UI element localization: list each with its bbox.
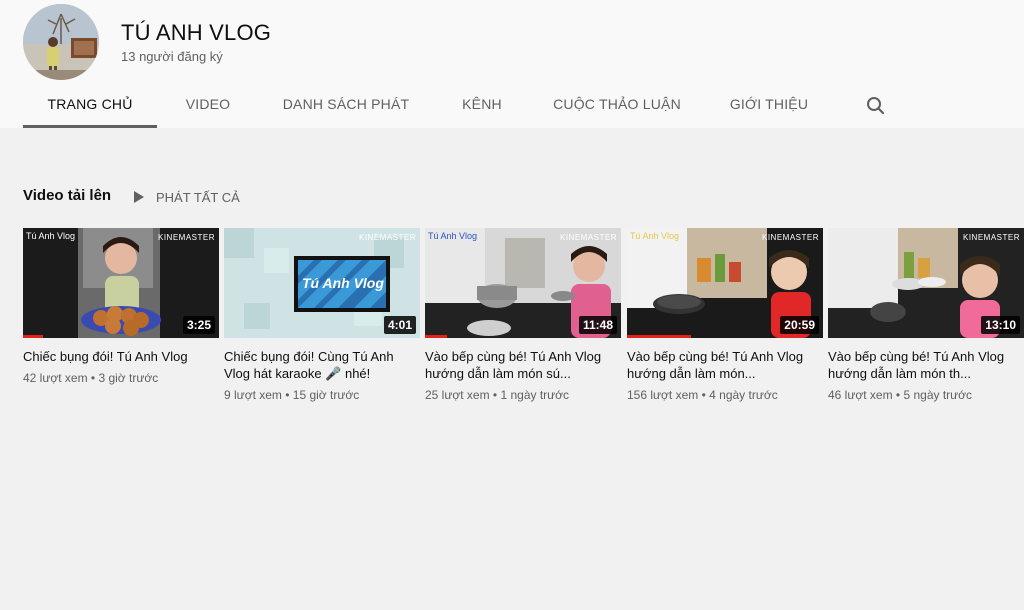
video-meta: 46 lượt xem • 5 ngày trước — [828, 388, 973, 402]
duration-badge: 4:01 — [383, 316, 416, 334]
kinemaster-watermark: KINEMASTER — [358, 233, 416, 242]
video-meta: 9 lượt xem • 15 giờ trước — [224, 388, 360, 402]
video-card[interactable]: Tú Anh Vlog KINEMASTER 3:25 Chiếc bụng đ… — [23, 228, 219, 385]
tab-community[interactable]: CUỘC THẢO LUẬN — [550, 82, 684, 128]
kinemaster-watermark: KINEMASTER — [962, 233, 1020, 242]
search-icon[interactable] — [862, 94, 890, 118]
kinemaster-watermark: KINEMASTER — [157, 233, 215, 242]
tab-channels[interactable]: KÊNH — [448, 82, 516, 128]
video-card[interactable]: KINEMASTER 13:10 Vào bếp cùng bé! Tú Anh… — [828, 228, 1024, 402]
duration-badge: 13:10 — [981, 316, 1020, 334]
video-meta: 42 lượt xem • 3 giờ trước — [23, 371, 159, 385]
channel-watermark: Tú Anh Vlog — [428, 231, 478, 241]
video-card[interactable]: KINEMASTER Tú Anh Vlog 4:01 Chiếc bụng đ… — [224, 228, 420, 402]
play-all-label: PHÁT TẤT CẢ — [156, 189, 240, 205]
channel-avatar[interactable] — [23, 4, 99, 80]
kinemaster-watermark: KINEMASTER — [559, 233, 617, 242]
video-title[interactable]: Chiếc bụng đói! Tú Anh Vlog — [23, 348, 219, 365]
video-thumbnail[interactable]: Tú Anh Vlog KINEMASTER 3:25 — [23, 228, 219, 338]
video-card[interactable]: Tú Anh Vlog KINEMASTER 20:59 Vào bếp cùn… — [627, 228, 823, 402]
video-card[interactable]: Tú Anh Vlog KINEMASTER 11:48 Vào bếp cùn… — [425, 228, 621, 402]
watch-progress-bar — [627, 335, 691, 338]
video-thumbnail[interactable]: KINEMASTER 13:10 — [828, 228, 1024, 338]
video-title[interactable]: Vào bếp cùng bé! Tú Anh Vlog hướng dẫn l… — [627, 348, 823, 382]
video-title[interactable]: Vào bếp cùng bé! Tú Anh Vlog hướng dẫn l… — [425, 348, 621, 382]
channel-tabs: TRANG CHỦ VIDEO DANH SÁCH PHÁT KÊNH CUỘC… — [0, 82, 1024, 128]
video-thumbnail[interactable]: Tú Anh Vlog KINEMASTER 20:59 — [627, 228, 823, 338]
tab-videos[interactable]: VIDEO — [172, 82, 244, 128]
kinemaster-watermark: KINEMASTER — [761, 233, 819, 242]
duration-badge: 20:59 — [780, 316, 819, 334]
tab-playlists[interactable]: DANH SÁCH PHÁT — [276, 82, 416, 128]
video-thumbnail[interactable]: KINEMASTER Tú Anh Vlog 4:01 — [224, 228, 420, 338]
tab-about[interactable]: GIỚI THIỆU — [720, 82, 818, 128]
subscriber-count: 13 người đăng ký — [121, 49, 223, 64]
play-icon — [134, 191, 144, 203]
duration-badge: 3:25 — [182, 316, 215, 334]
video-meta: 156 lượt xem • 4 ngày trước — [627, 388, 778, 402]
channel-name: TÚ ANH VLOG — [121, 20, 272, 45]
channel-header: TÚ ANH VLOG 13 người đăng ký TRANG CHỦ V… — [0, 0, 1024, 128]
channel-watermark: Tú Anh Vlog — [26, 231, 76, 241]
tab-home[interactable]: TRANG CHỦ — [23, 82, 157, 128]
thumbnail-banner-text: Tú Anh Vlog — [302, 275, 384, 291]
watch-progress-bar — [23, 335, 43, 338]
video-title[interactable]: Vào bếp cùng bé! Tú Anh Vlog hướng dẫn l… — [828, 348, 1024, 382]
video-thumbnail[interactable]: Tú Anh Vlog KINEMASTER 11:48 — [425, 228, 621, 338]
duration-badge: 11:48 — [578, 316, 617, 334]
video-title[interactable]: Chiếc bụng đói! Cùng Tú Anh Vlog hát kar… — [224, 348, 420, 382]
uploads-section-title[interactable]: Video tải lên — [23, 187, 111, 204]
video-meta: 25 lượt xem • 1 ngày trước — [425, 388, 570, 402]
watch-progress-bar — [425, 335, 447, 338]
channel-watermark: Tú Anh Vlog — [630, 231, 680, 241]
play-all-button[interactable]: PHÁT TẤT CẢ — [134, 187, 240, 207]
